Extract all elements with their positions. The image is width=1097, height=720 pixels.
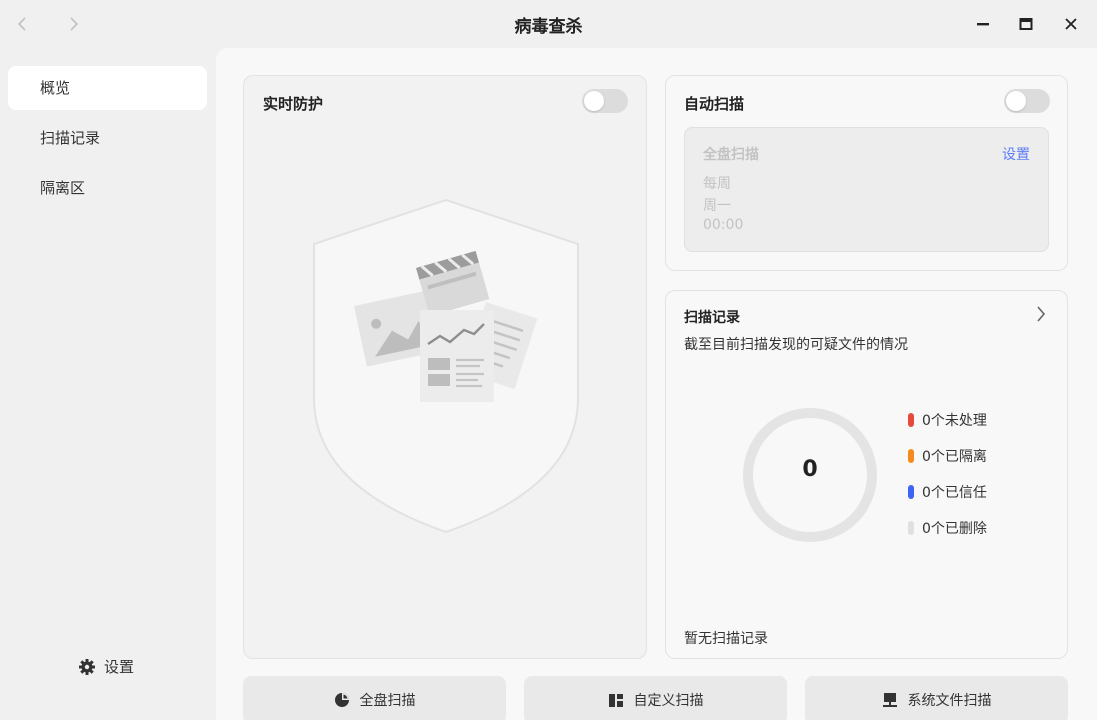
- custom-layout-icon: [608, 694, 623, 707]
- auto-scan-day: 周一: [703, 198, 731, 214]
- sidebar: 概览 扫描记录 隔离区: [0, 48, 216, 720]
- sidebar-item-overview[interactable]: 概览: [8, 66, 207, 110]
- shield-illustration-icon: [313, 198, 579, 534]
- pie-chart-icon: [334, 693, 349, 707]
- scan-records-card: 扫描记录 截至目前扫描发现的可疑文件的情况 0 暂无扫描记录: [665, 290, 1068, 659]
- auto-scan-time: 00:00: [703, 217, 744, 233]
- scan-records-title: 扫描记录: [684, 310, 740, 326]
- legend-dot-quarantined: [908, 449, 914, 463]
- gear-icon: [79, 658, 95, 675]
- custom-scan-button[interactable]: 自定义扫描: [524, 676, 787, 720]
- close-icon: [1065, 18, 1077, 30]
- minimize-button[interactable]: [969, 10, 997, 38]
- auto-scan-settings-link[interactable]: 设置: [1002, 144, 1030, 164]
- realtime-protection-card: 实时防护: [243, 75, 647, 659]
- sidebar-item-scan-records[interactable]: 扫描记录: [8, 116, 207, 160]
- full-scan-label: 全盘扫描: [359, 693, 416, 709]
- scan-summary-total: 0: [802, 457, 818, 482]
- scan-records-subtitle: 截至目前扫描发现的可疑文件的情况: [684, 337, 908, 353]
- close-button[interactable]: [1057, 10, 1085, 38]
- minimize-icon: [977, 23, 989, 26]
- legend-label-quarantined: 0个已隔离: [922, 449, 987, 465]
- sidebar-item-quarantine[interactable]: 隔离区: [8, 166, 207, 210]
- maximize-button[interactable]: [1012, 10, 1040, 38]
- system-file-scan-button[interactable]: 系统文件扫描: [805, 676, 1068, 720]
- auto-scan-type: 全盘扫描: [703, 147, 759, 163]
- sidebar-settings-label: 设置: [104, 658, 135, 676]
- realtime-protection-toggle[interactable]: [582, 89, 628, 113]
- full-scan-button[interactable]: 全盘扫描: [243, 676, 506, 720]
- auto-scan-settings-box: 全盘扫描 设置 每周 周一 00:00: [684, 127, 1049, 252]
- legend-label-trusted: 0个已信任: [922, 485, 987, 501]
- maximize-icon: [1019, 18, 1033, 30]
- legend-unprocessed: 0个未处理: [908, 410, 987, 430]
- legend-dot-deleted: [908, 521, 914, 535]
- auto-scan-card: 自动扫描 全盘扫描 设置 每周 周一 00:00: [665, 75, 1068, 271]
- auto-scan-title: 自动扫描: [684, 95, 745, 113]
- window-title: 病毒查杀: [514, 17, 583, 37]
- legend-label-deleted: 0个已删除: [922, 521, 987, 537]
- custom-scan-label: 自定义扫描: [633, 693, 704, 709]
- auto-scan-toggle[interactable]: [1004, 89, 1050, 113]
- legend-dot-trusted: [908, 485, 914, 499]
- scan-records-open-button[interactable]: [1036, 305, 1046, 327]
- legend-trusted: 0个已信任: [908, 482, 987, 502]
- system-file-scan-label: 系统文件扫描: [907, 693, 992, 709]
- computer-icon: [882, 693, 897, 707]
- legend-label-unprocessed: 0个未处理: [922, 413, 987, 429]
- sidebar-settings-button[interactable]: 设置: [78, 656, 134, 677]
- legend-dot-unprocessed: [908, 413, 914, 427]
- auto-scan-frequency: 每周: [703, 176, 731, 192]
- legend-quarantined: 0个已隔离: [908, 446, 987, 466]
- title-bar: 病毒查杀: [0, 0, 1097, 48]
- chevron-right-icon: [1037, 306, 1046, 322]
- scan-records-empty-text: 暂无扫描记录: [684, 631, 768, 647]
- legend-deleted: 0个已删除: [908, 518, 987, 538]
- realtime-protection-title: 实时防护: [263, 95, 324, 113]
